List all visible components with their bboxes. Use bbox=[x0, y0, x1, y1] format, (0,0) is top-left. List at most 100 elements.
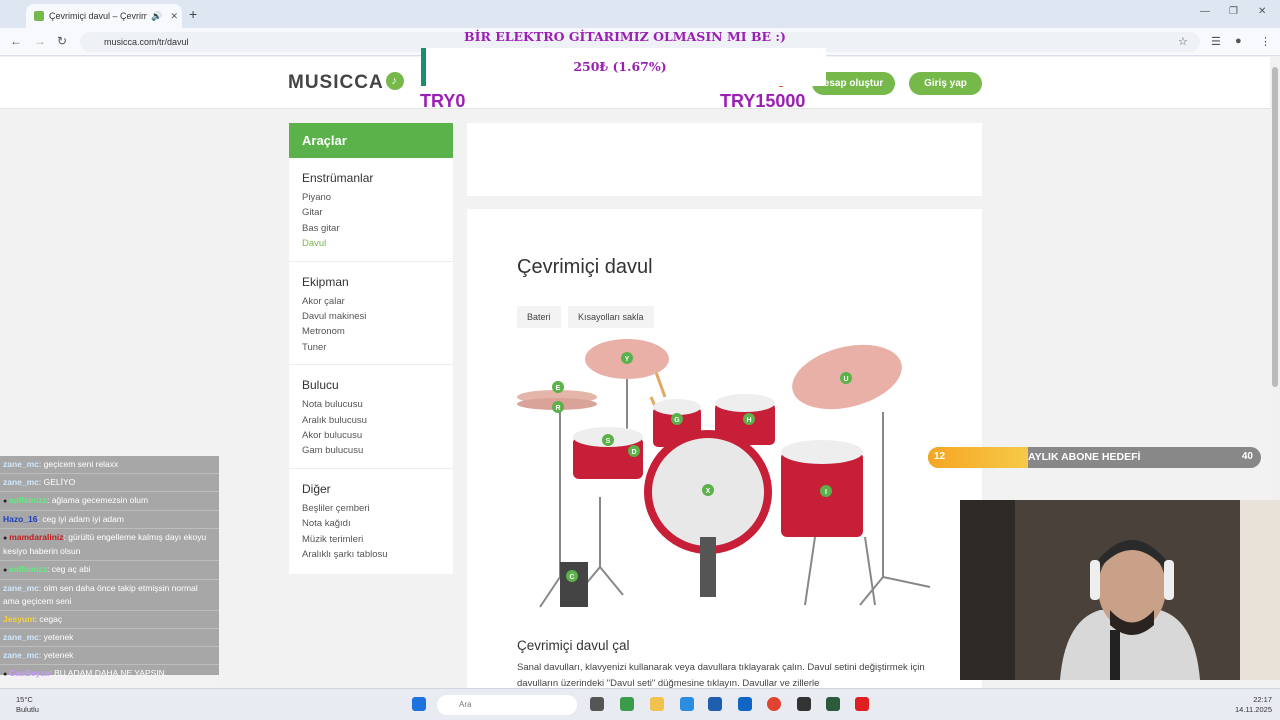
drum-kit-button[interactable]: Bateri bbox=[517, 306, 561, 328]
sidebar-item[interactable]: Davul bbox=[302, 236, 440, 251]
key-label: I bbox=[825, 489, 827, 496]
taskbar-search-placeholder: Ara bbox=[459, 700, 472, 709]
subscriber-goal-current: 12 bbox=[934, 451, 946, 462]
tab-close-icon[interactable]: ✕ bbox=[170, 11, 178, 22]
musicca-favicon-icon bbox=[34, 11, 44, 21]
sidebar-item[interactable]: Aralıklı şarkı tablosu bbox=[302, 547, 440, 562]
sidebar-item[interactable]: Beşliler çemberi bbox=[302, 501, 440, 516]
hihat-pedal[interactable] bbox=[560, 562, 588, 607]
chat-text: : ceg iyi adam iyi adam bbox=[37, 514, 124, 524]
main-content: Çevrimiçi davul Bateri Kısayolları sakla bbox=[467, 209, 982, 699]
chat-username: zane_mc bbox=[3, 632, 39, 642]
chat-username: saflsinizz bbox=[9, 495, 47, 505]
sidebar-section: Enstrümanlar Piyano Gitar Bas gitar Davul bbox=[289, 158, 453, 262]
chat-text: : ceg aç abi bbox=[46, 564, 91, 574]
scrollbar-thumb[interactable] bbox=[1272, 67, 1278, 387]
chat-username: Hazo_16 bbox=[3, 514, 38, 524]
chat-text: : yetenek bbox=[38, 650, 74, 660]
sidebar-item[interactable]: Bas gitar bbox=[302, 221, 440, 236]
forward-icon[interactable]: → bbox=[34, 34, 46, 48]
chat-message: Hazo_16: ceg iyi adam iyi adam bbox=[0, 511, 219, 529]
kick-pedal[interactable] bbox=[700, 537, 716, 597]
windows-start-icon[interactable] bbox=[412, 697, 426, 711]
outlook-icon[interactable] bbox=[738, 697, 752, 711]
task-view-icon[interactable] bbox=[590, 697, 604, 711]
chat-username: zane_mc bbox=[3, 477, 39, 487]
clock-date: 14.11.2025 bbox=[1235, 705, 1272, 714]
page-title: Çevrimiçi davul bbox=[517, 256, 653, 278]
chat-username: CasBeyza bbox=[9, 668, 50, 678]
key-label: G bbox=[674, 417, 680, 424]
section-subtitle: Çevrimiçi davul çal bbox=[517, 638, 630, 653]
sidebar-section-title: Ekipman bbox=[302, 274, 349, 289]
tab-title: Çevrimiçi davul – Çevrimiçi bbox=[49, 11, 148, 21]
tools-sidebar: Araçlar Enstrümanlar Piyano Gitar Bas gitar… bbox=[289, 123, 453, 574]
weather-widget[interactable]: 15°C Bulutlu bbox=[16, 695, 39, 715]
taskbar-search-field[interactable]: Ara bbox=[437, 695, 577, 715]
obs-icon[interactable] bbox=[797, 697, 811, 711]
sidebar-item[interactable]: Akor bulucusu bbox=[302, 428, 440, 443]
url-text: musicca.com/tr/davul bbox=[104, 37, 189, 47]
widgets-icon[interactable] bbox=[620, 697, 634, 711]
window-close-icon[interactable]: ✕ bbox=[1258, 6, 1266, 17]
sidebar-item[interactable]: Gitar bbox=[302, 205, 440, 220]
sidebar-item[interactable]: Piyano bbox=[302, 190, 440, 205]
chat-message: ● mamdaraliniz: gürültü engelleme kalmış… bbox=[0, 529, 219, 561]
chat-message: Jesyum: cegaç bbox=[0, 611, 219, 629]
sidebar-item[interactable]: Metronom bbox=[302, 324, 440, 339]
sidebar-item[interactable]: Aralık bulucusu bbox=[302, 413, 440, 428]
chat-text: : yetenek bbox=[38, 632, 74, 642]
sidebar-item[interactable]: Akor çalar bbox=[302, 294, 440, 309]
hide-shortcuts-button[interactable]: Kısayolları sakla bbox=[568, 306, 654, 328]
chat-username: Jesyum bbox=[3, 614, 35, 624]
stream-chat-overlay: zane_mc: geçicem seni relaxx zane_mc: GEL… bbox=[0, 456, 219, 684]
new-tab-icon[interactable]: + bbox=[189, 6, 197, 22]
chat-username: zane_mc bbox=[3, 459, 39, 469]
sidebar-section: Bulucu Nota bulucusu Aralık bulucusu Akor b… bbox=[289, 365, 453, 469]
login-button[interactable]: Giriş yap bbox=[909, 72, 982, 95]
sidebar-section: Diğer Beşliler çemberi Nota kağıdı Müzik te… bbox=[289, 469, 453, 572]
logo-text: MUSICCA bbox=[288, 72, 384, 93]
donation-goal-progress: 250₺ (1.67%) bbox=[573, 59, 667, 74]
tab-search-icon[interactable]: ☰ bbox=[1211, 35, 1221, 48]
edge-browser-icon[interactable] bbox=[680, 697, 694, 711]
sidebar-section: Ekipman Akor çalar Davul makinesi Metronom T… bbox=[289, 262, 453, 366]
key-label: C bbox=[569, 574, 574, 581]
youtube-icon[interactable] bbox=[855, 697, 869, 711]
sidebar-item[interactable]: Gam bulucusu bbox=[302, 443, 440, 458]
drum-kit[interactable]: Y E R S D G H X U I C bbox=[515, 337, 935, 612]
ad-placeholder bbox=[467, 123, 982, 196]
bookmark-star-icon[interactable]: ☆ bbox=[1178, 35, 1188, 48]
sidebar-item[interactable]: Tuner bbox=[302, 340, 440, 355]
chat-message: zane_mc: olm sen daha önce takip etmişsi… bbox=[0, 580, 219, 611]
sidebar-item[interactable]: Nota kağıdı bbox=[302, 516, 440, 531]
file-explorer-icon[interactable] bbox=[650, 697, 664, 711]
chrome-icon[interactable] bbox=[767, 697, 781, 711]
sidebar-item[interactable]: Nota bulucusu bbox=[302, 397, 440, 412]
browser-tab-bar: Çevrimiçi davul – Çevrimiçi 🔊 ✕ + — ❐ ✕ bbox=[0, 0, 1280, 28]
chat-message: zane_mc: geçicem seni relaxx bbox=[0, 456, 219, 474]
taskbar-clock[interactable]: 22:17 14.11.2025 bbox=[1222, 695, 1272, 715]
weather-temp: 15°C bbox=[16, 695, 33, 704]
profile-avatar-icon[interactable]: ● bbox=[1235, 35, 1242, 47]
store-icon[interactable] bbox=[708, 697, 722, 711]
browser-menu-icon[interactable]: ⋮ bbox=[1260, 35, 1271, 48]
sidebar-item[interactable]: Müzik terimleri bbox=[302, 532, 440, 547]
sidebar-section-title: Bulucu bbox=[302, 378, 339, 393]
key-label: Y bbox=[625, 356, 630, 363]
sidebar-item[interactable]: Davul makinesi bbox=[302, 309, 440, 324]
chat-message: zane_mc: yetenek bbox=[0, 647, 219, 665]
restore-icon[interactable]: ❐ bbox=[1229, 6, 1238, 17]
minimize-icon[interactable]: — bbox=[1200, 6, 1210, 17]
app-icon[interactable] bbox=[826, 697, 840, 711]
windows-taskbar: 15°C Bulutlu Ara 22:17 14.11.2025 bbox=[0, 688, 1280, 720]
reload-icon[interactable]: ↻ bbox=[57, 34, 67, 48]
chat-message: ● CasBeyza: BU ADAM DAHA NE YAPSIN bbox=[0, 665, 219, 684]
subscriber-goal-bar: 12 AYLIK ABONE HEDEFİ 40 bbox=[928, 447, 1261, 468]
musicca-logo[interactable]: MUSICCA ♪ bbox=[288, 72, 404, 94]
browser-tab[interactable]: Çevrimiçi davul – Çevrimiçi 🔊 ✕ bbox=[26, 4, 182, 28]
chat-message: zane_mc: GELİYO bbox=[0, 474, 219, 492]
back-icon[interactable]: ← bbox=[10, 34, 22, 48]
audio-playing-icon[interactable]: 🔊 bbox=[151, 11, 162, 22]
weather-condition: Bulutlu bbox=[16, 705, 39, 714]
